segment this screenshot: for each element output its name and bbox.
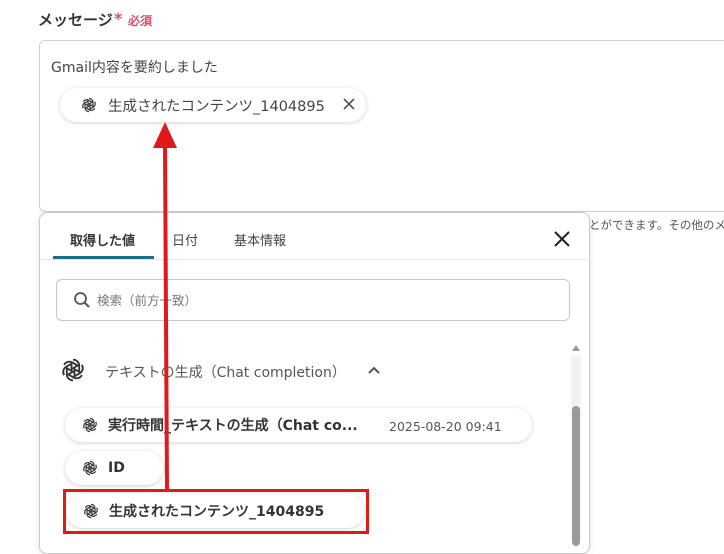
annotation-arrow <box>153 122 177 491</box>
